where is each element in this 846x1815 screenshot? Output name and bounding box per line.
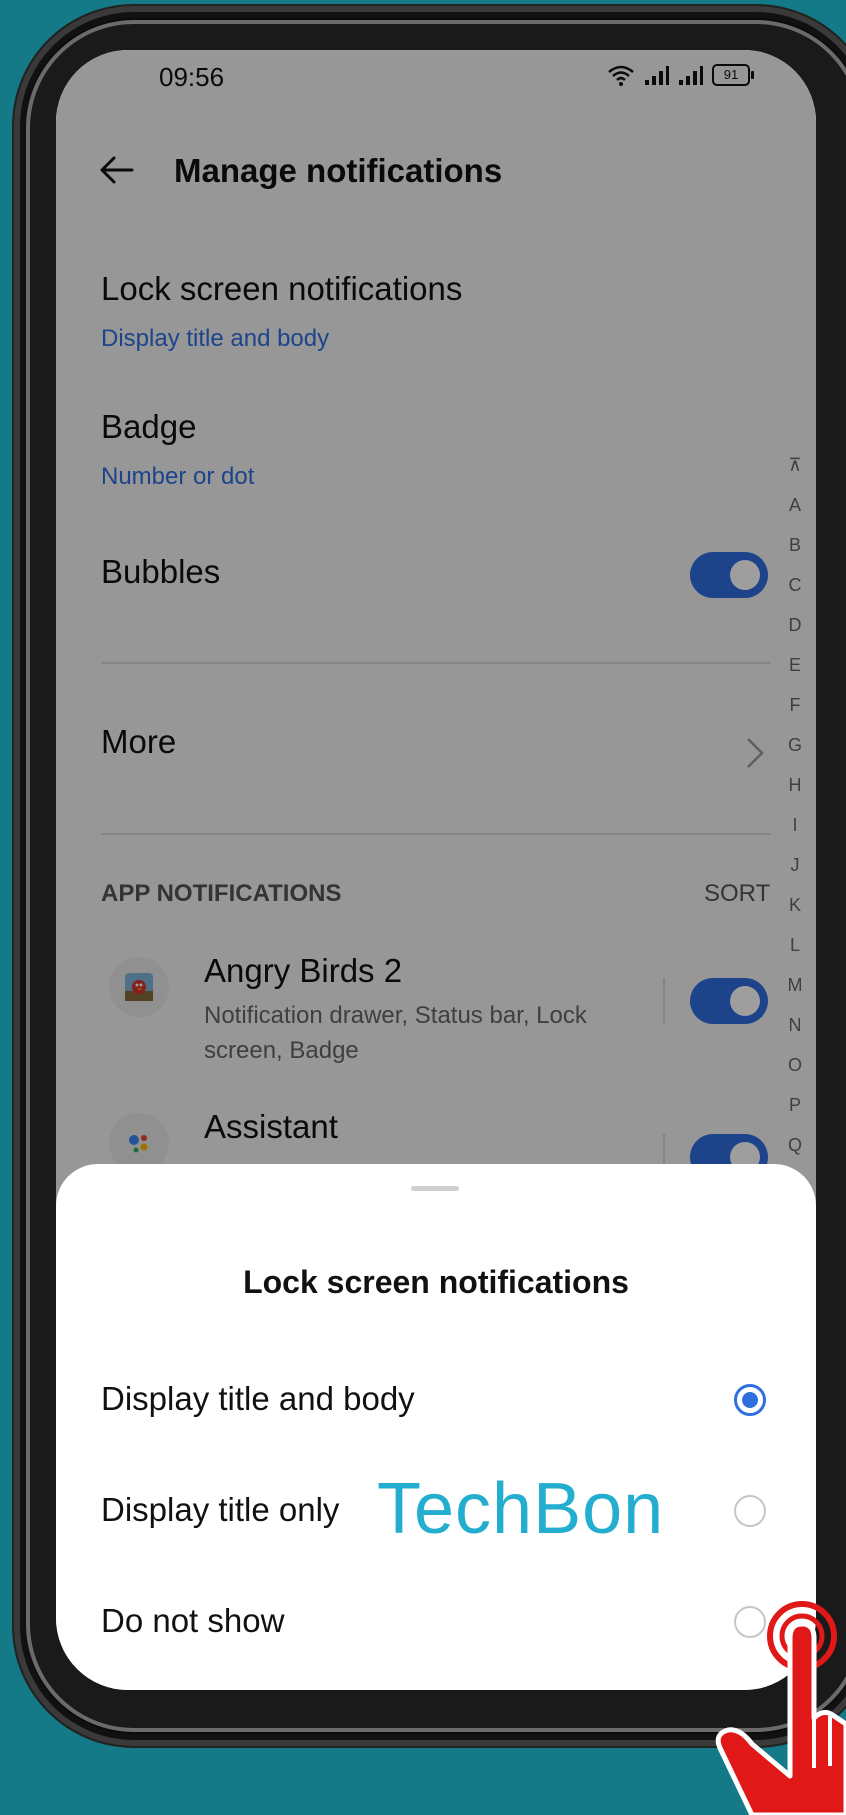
option-label: Do not show: [101, 1602, 285, 1639]
option-label: Display title and body: [101, 1380, 415, 1417]
bottom-sheet: Lock screen notifications Display title …: [56, 1164, 816, 1690]
radio-unselected[interactable]: [734, 1495, 766, 1527]
option-label: Display title only: [101, 1491, 340, 1528]
pointing-hand-icon: [715, 1601, 846, 1815]
drag-handle[interactable]: [411, 1186, 459, 1191]
radio-selected[interactable]: [734, 1384, 766, 1416]
watermark-logo: TechBon: [377, 1469, 665, 1549]
sheet-title: Lock screen notifications: [243, 1264, 629, 1300]
phone-screen: 09:56 91 Manage notifications Lock scree…: [56, 50, 816, 1690]
